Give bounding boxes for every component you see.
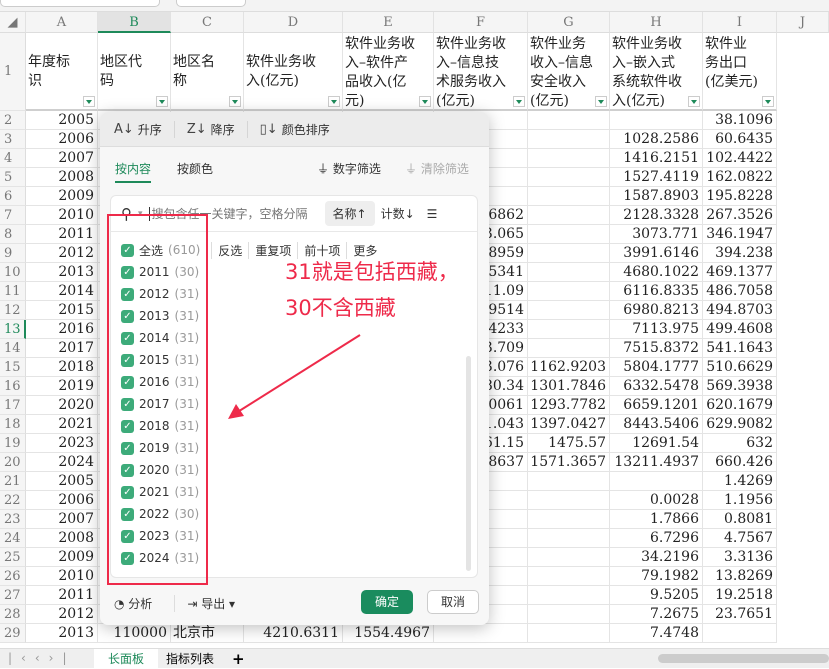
horizontal-scrollbar[interactable] [658, 654, 829, 663]
add-sheet-button[interactable]: + [218, 649, 259, 669]
sheet-tab-bar: |‹‹›| 长面板 指标列表 + [0, 648, 829, 669]
sheet-tab-active[interactable]: 长面板 [94, 649, 159, 669]
sheet-tab[interactable]: 指标列表 [152, 649, 228, 669]
sheet-nav-icons[interactable]: |‹‹›| [8, 651, 75, 665]
annotation-arrow [228, 334, 361, 419]
